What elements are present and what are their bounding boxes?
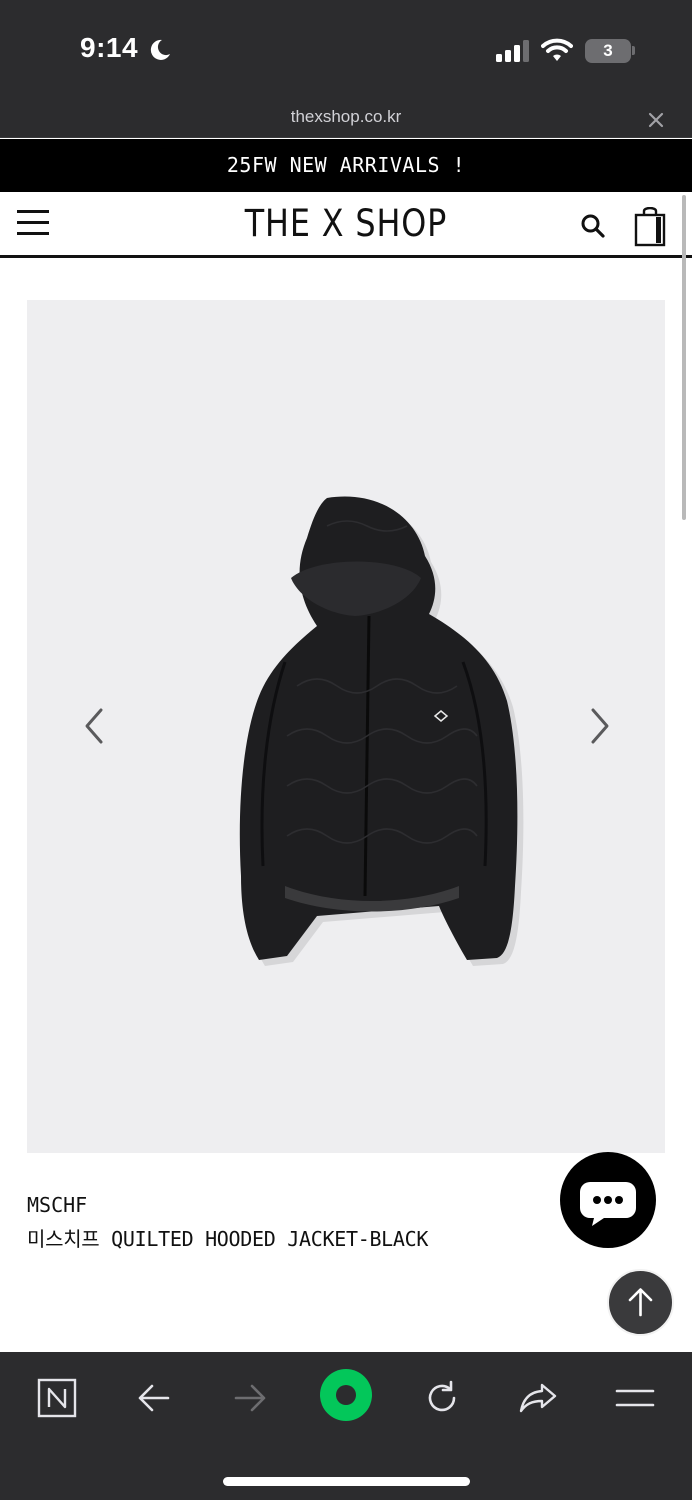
chat-button[interactable] xyxy=(560,1152,656,1248)
chevron-left-icon[interactable] xyxy=(81,706,107,746)
product-name[interactable]: 미스치프 QUILTED HOODED JACKET-BLACK xyxy=(27,1223,428,1252)
chevron-right-icon[interactable] xyxy=(587,706,613,746)
battery-indicator: 3 xyxy=(585,39,631,63)
scroll-to-top-button[interactable] xyxy=(607,1269,674,1336)
share-button[interactable] xyxy=(512,1372,564,1424)
back-arrow-icon xyxy=(138,1384,170,1412)
chat-bubble-icon xyxy=(580,1182,636,1226)
product-brand[interactable]: MSCHF xyxy=(27,1193,87,1217)
shopping-bag-icon[interactable] xyxy=(634,207,666,247)
arrow-up-icon xyxy=(628,1288,653,1317)
search-icon[interactable] xyxy=(580,213,606,239)
hamburger-menu-icon[interactable] xyxy=(17,210,49,236)
cellular-signal-icon xyxy=(496,40,529,62)
status-bar: 9:14 3 xyxy=(0,0,692,100)
site-logo[interactable]: THE X SHOP xyxy=(48,202,643,245)
product-image-gallery[interactable] xyxy=(27,300,665,1153)
reload-icon xyxy=(428,1380,456,1412)
battery-tip xyxy=(632,46,635,55)
naver-home-button[interactable] xyxy=(31,1372,83,1424)
share-icon xyxy=(519,1383,557,1413)
quilted-hooded-jacket-photo xyxy=(239,496,524,966)
promo-banner[interactable]: 25FW NEW ARRIVALS ! xyxy=(0,139,692,192)
browser-menu-button[interactable] xyxy=(609,1372,661,1424)
back-button[interactable] xyxy=(128,1372,180,1424)
forward-button[interactable] xyxy=(224,1372,276,1424)
home-indicator[interactable] xyxy=(223,1477,470,1486)
reload-button[interactable] xyxy=(416,1372,468,1424)
status-time: 9:14 xyxy=(80,32,139,63)
page-scrollbar[interactable] xyxy=(682,195,686,520)
moon-icon xyxy=(150,39,170,60)
menu-lines-icon xyxy=(615,1389,655,1407)
wifi-icon xyxy=(541,38,573,61)
site-header: THE X SHOP xyxy=(0,192,692,258)
close-icon[interactable] xyxy=(646,110,666,130)
url-text[interactable]: thexshop.co.kr xyxy=(0,107,692,127)
forward-arrow-icon xyxy=(234,1384,266,1412)
naver-n-icon xyxy=(37,1378,77,1418)
url-bar[interactable]: thexshop.co.kr xyxy=(0,100,692,138)
naver-green-dot-icon[interactable] xyxy=(320,1369,372,1421)
battery-level: 3 xyxy=(603,41,613,60)
